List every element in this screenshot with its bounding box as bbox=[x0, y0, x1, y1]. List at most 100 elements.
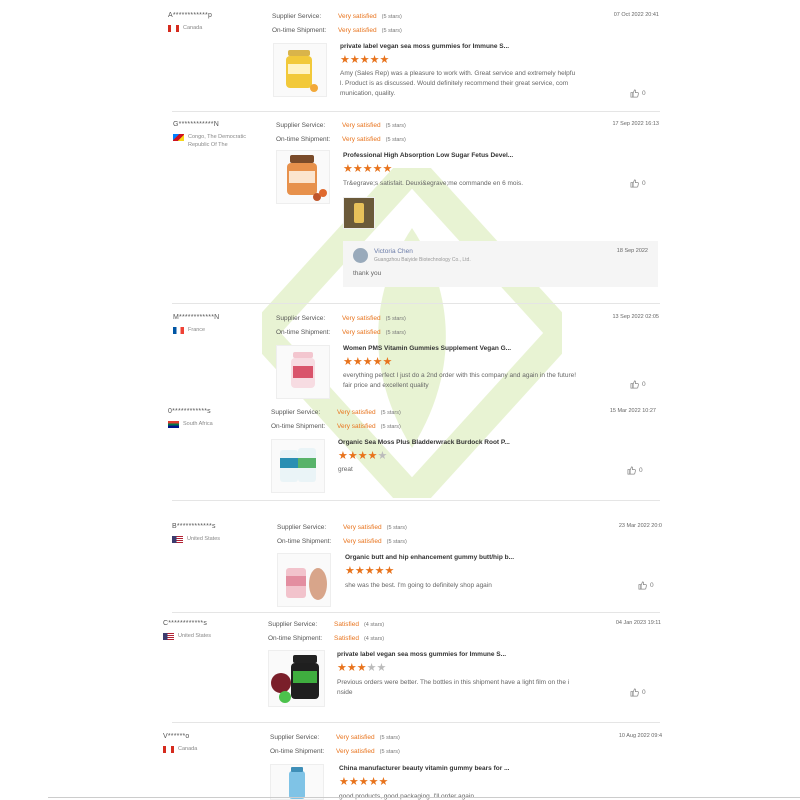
thumbs-up-icon bbox=[630, 380, 639, 389]
rating-stars: ★★★★★ bbox=[337, 663, 386, 674]
review-comment: everything perfect I just do a 2nd order… bbox=[343, 372, 577, 389]
product-title-link[interactable]: Women PMS Vitamin Gummies Supplement Veg… bbox=[343, 345, 511, 352]
usa-flag-icon bbox=[172, 536, 183, 543]
star-filled-icon: ★ bbox=[356, 662, 367, 674]
product-thumbnail[interactable] bbox=[271, 439, 325, 493]
review-date: 10 Aug 2022 09:4 bbox=[618, 733, 662, 739]
shipment-value: Very satisfied bbox=[342, 329, 381, 336]
like-count: 0 bbox=[642, 90, 646, 97]
like-count: 0 bbox=[639, 467, 643, 474]
supplier-reply: Victoria Chen Guangzhou Baiyide Biotechn… bbox=[343, 241, 658, 287]
product-thumbnail[interactable] bbox=[277, 553, 331, 607]
star-filled-icon: ★ bbox=[367, 450, 378, 462]
buyer-country: Canada bbox=[168, 24, 202, 32]
buyer-name: M************N bbox=[173, 314, 220, 321]
star-filled-icon: ★ bbox=[347, 450, 358, 462]
buyer-country: Canada bbox=[163, 745, 197, 753]
review-photo[interactable] bbox=[343, 197, 375, 229]
star-filled-icon: ★ bbox=[358, 776, 369, 788]
star-filled-icon: ★ bbox=[379, 54, 390, 66]
star-filled-icon: ★ bbox=[343, 356, 353, 368]
star-filled-icon: ★ bbox=[374, 565, 385, 577]
star-filled-icon: ★ bbox=[352, 356, 363, 368]
star-filled-icon: ★ bbox=[352, 163, 363, 175]
review-divider bbox=[172, 612, 660, 613]
shipment-value: Very satisfied bbox=[342, 136, 381, 143]
rating-stars: ★★★★★ bbox=[338, 451, 387, 462]
review-comment: Previous orders were better. The bottles… bbox=[337, 679, 570, 696]
review-divider bbox=[172, 722, 660, 723]
review-date: 15 Mar 2022 10:27 bbox=[609, 408, 656, 414]
star-filled-icon: ★ bbox=[362, 356, 373, 368]
avatar bbox=[353, 248, 368, 263]
star-filled-icon: ★ bbox=[368, 776, 379, 788]
like-button[interactable]: 0 bbox=[630, 89, 646, 98]
supplier-service-value: Very satisfied bbox=[342, 315, 381, 322]
buyer-country: United States bbox=[172, 535, 220, 543]
thumbs-up-icon bbox=[630, 688, 639, 697]
star-filled-icon: ★ bbox=[346, 662, 357, 674]
star-filled-icon: ★ bbox=[372, 356, 383, 368]
like-button[interactable]: 0 bbox=[630, 380, 646, 389]
buyer-name: C************s bbox=[163, 620, 208, 627]
star-filled-icon: ★ bbox=[339, 776, 349, 788]
france-flag-icon bbox=[173, 327, 184, 334]
rating-summary: Supplier Service: Very satisfied (5 stars)… bbox=[276, 119, 406, 147]
star-filled-icon: ★ bbox=[338, 450, 348, 462]
supplier-service-value: Very satisfied bbox=[336, 734, 375, 741]
supplier-service-value: Very satisfied bbox=[342, 122, 381, 129]
like-button[interactable]: 0 bbox=[630, 179, 646, 188]
usa-flag-icon bbox=[163, 633, 174, 640]
thumbs-up-icon bbox=[630, 179, 639, 188]
star-empty-icon: ★ bbox=[366, 662, 377, 674]
reply-text: thank you bbox=[353, 270, 382, 277]
shipment-value: Satisfied bbox=[334, 635, 359, 642]
buyer-name: B************s bbox=[172, 523, 216, 530]
supplier-service-value: Very satisfied bbox=[338, 13, 377, 20]
buyer-country: Congo, The Democratic Republic Of The bbox=[173, 133, 259, 149]
product-title-link[interactable]: Professional High Absorption Low Sugar F… bbox=[343, 152, 513, 159]
rating-summary: Supplier Service: Very satisfied (5 stars)… bbox=[272, 10, 402, 38]
product-thumbnail[interactable] bbox=[276, 150, 330, 204]
congo-flag-icon bbox=[173, 134, 184, 141]
review-divider bbox=[172, 500, 660, 501]
star-filled-icon: ★ bbox=[345, 565, 355, 577]
product-title-link[interactable]: Organic butt and hip enhancement gummy b… bbox=[345, 554, 514, 561]
rating-summary: Supplier Service: Very satisfied (5 stars)… bbox=[277, 521, 407, 549]
star-filled-icon: ★ bbox=[337, 662, 347, 674]
product-title-link[interactable]: private label vegan sea moss gummies for… bbox=[340, 43, 509, 50]
rating-stars: ★★★★★ bbox=[340, 55, 389, 66]
review-comment: Tr&egrave;s satisfait. Deuxi&egrave;me c… bbox=[343, 180, 524, 187]
rating-stars: ★★★★★ bbox=[343, 357, 392, 368]
like-button[interactable]: 0 bbox=[627, 466, 643, 475]
star-filled-icon: ★ bbox=[349, 54, 360, 66]
shipment-value: Very satisfied bbox=[338, 27, 377, 34]
review-date: 07 Oct 2022 20:41 bbox=[613, 12, 659, 18]
product-title-link[interactable]: China manufacturer beauty vitamin gummy … bbox=[339, 765, 510, 772]
product-title-link[interactable]: Organic Sea Moss Plus Bladderwrack Burdo… bbox=[338, 439, 510, 446]
like-button[interactable]: 0 bbox=[630, 688, 646, 697]
like-count: 0 bbox=[642, 180, 646, 187]
star-filled-icon: ★ bbox=[382, 356, 393, 368]
product-title-link[interactable]: private label vegan sea moss gummies for… bbox=[337, 651, 506, 658]
page-bottom-border bbox=[48, 797, 800, 798]
review-date: 13 Sep 2022 02:05 bbox=[612, 314, 660, 320]
buyer-name: V******o bbox=[163, 733, 190, 740]
product-thumbnail[interactable] bbox=[276, 345, 330, 399]
star-empty-icon: ★ bbox=[377, 450, 388, 462]
star-empty-icon: ★ bbox=[376, 662, 387, 674]
review-comment: great bbox=[338, 466, 353, 473]
star-filled-icon: ★ bbox=[364, 565, 375, 577]
canada-flag-icon bbox=[168, 25, 179, 32]
rating-stars: ★★★★★ bbox=[343, 164, 392, 175]
supplier-service-value: Satisfied bbox=[334, 621, 359, 628]
product-thumbnail[interactable] bbox=[273, 43, 327, 97]
review-date: 04 Jan 2023 19:11 bbox=[615, 620, 661, 626]
product-thumbnail[interactable] bbox=[268, 650, 325, 707]
thumbs-up-icon bbox=[638, 581, 647, 590]
rating-summary: Supplier Service: Very satisfied (5 stars)… bbox=[276, 312, 406, 340]
reply-author: Victoria Chen bbox=[374, 248, 413, 255]
like-button[interactable]: 0 bbox=[638, 581, 654, 590]
shipment-value: Very satisfied bbox=[336, 748, 375, 755]
review-comment: she was the best. I'm going to definitel… bbox=[345, 582, 492, 589]
